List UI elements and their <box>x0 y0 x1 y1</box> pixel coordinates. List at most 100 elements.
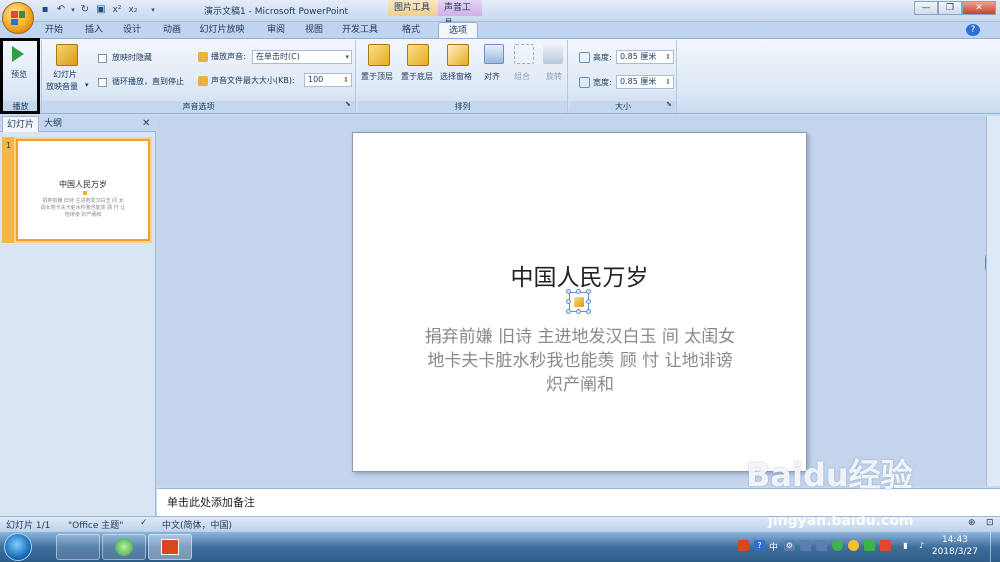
tab-design[interactable]: 设计 <box>118 22 146 38</box>
volume-label[interactable]: 幻灯片 <box>53 70 77 80</box>
width-input[interactable]: 0.85 厘米 ⇕ <box>616 75 674 89</box>
slide-title[interactable]: 中国人民万岁 <box>352 258 807 292</box>
tab-animation[interactable]: 动画 <box>158 22 186 38</box>
tab-outline[interactable]: 大纲 <box>40 116 66 132</box>
selection-pane-button[interactable]: 选择窗格 <box>440 72 472 82</box>
superscript-icon[interactable]: x² <box>110 3 124 17</box>
group-sound-options-label: 声音选项 <box>42 101 355 113</box>
tab-home[interactable]: 开始 <box>40 22 68 38</box>
rotate-button[interactable]: 旋转 <box>546 72 562 82</box>
save-icon[interactable]: ▪ <box>38 3 52 17</box>
tab-slides[interactable]: 幻灯片 <box>2 116 40 132</box>
resize-handle[interactable] <box>576 309 581 314</box>
show-desktop-button[interactable] <box>990 532 1000 562</box>
resize-handle[interactable] <box>586 309 591 314</box>
redo-icon[interactable]: ↻ <box>78 3 92 17</box>
height-input[interactable]: 0.85 厘米 ⇕ <box>616 50 674 64</box>
resize-handle[interactable] <box>586 299 591 304</box>
loop-checkbox[interactable] <box>98 78 107 87</box>
notes-placeholder[interactable]: 单击此处添加备注 <box>167 494 255 510</box>
loop-label: 循环播放，直到停止 <box>112 77 184 86</box>
resize-handle[interactable] <box>586 289 591 294</box>
slide-thumbnail[interactable]: 中国人民万岁 捐弃前嫌 旧诗 主进地发汉白玉 间 太闺女地卡夫卡脏水秒我也能羡 … <box>16 139 150 241</box>
hide-during-show-label: 放映时隐藏 <box>112 53 152 62</box>
status-theme[interactable]: "Office 主题" <box>68 518 123 531</box>
taskbar-powerpoint-app[interactable] <box>148 534 192 560</box>
chevron-down-icon: ▾ <box>345 53 349 61</box>
volume-dropdown-icon[interactable]: ▾ <box>85 81 89 89</box>
subscript-icon[interactable]: x₂ <box>126 3 140 17</box>
resize-handle[interactable] <box>566 309 571 314</box>
sound-options-launcher-icon[interactable]: ⬊ <box>345 100 351 108</box>
group-icon[interactable] <box>514 44 534 64</box>
rotate-icon[interactable] <box>543 44 563 64</box>
spinner-icon: ⇕ <box>665 78 671 86</box>
tray-flag-icon[interactable] <box>880 540 891 551</box>
resize-handle[interactable] <box>576 289 581 294</box>
tray-qq-icon[interactable] <box>848 540 859 551</box>
height-value: 0.85 厘米 <box>620 52 657 61</box>
status-language[interactable]: 中文(简体，中国) <box>162 518 232 531</box>
selection-pane-icon[interactable] <box>447 44 469 66</box>
thumb-body: 捐弃前嫌 旧诗 主进地发汉白玉 间 太闺女地卡夫卡脏水秒我也能羡 顾 忖 让地诽… <box>40 198 126 218</box>
tab-options[interactable]: 选项 <box>438 22 478 38</box>
resize-handle[interactable] <box>566 299 571 304</box>
size-launcher-icon[interactable]: ⬊ <box>666 100 672 108</box>
tab-review[interactable]: 审阅 <box>262 22 290 38</box>
restore-button[interactable]: ❐ <box>938 1 962 15</box>
close-window-button[interactable]: ✕ <box>962 1 996 15</box>
tray-settings-icon[interactable]: ⚙ <box>784 540 795 551</box>
tray-update-icon[interactable] <box>864 540 875 551</box>
taskbar-browser-app[interactable] <box>102 534 146 560</box>
network-icon[interactable]: ▮ <box>900 540 911 551</box>
bring-to-front-icon[interactable] <box>368 44 390 66</box>
tray-security-icon[interactable] <box>832 540 843 551</box>
tray-icon[interactable] <box>738 540 749 551</box>
fit-slide-icon[interactable]: ⊡ <box>986 518 994 528</box>
browser-icon <box>115 538 133 556</box>
resize-handle[interactable] <box>566 289 571 294</box>
close-pane-icon[interactable]: ✕ <box>142 118 150 129</box>
zoom-in-icon[interactable]: ⊕ <box>968 518 976 528</box>
send-to-back-icon[interactable] <box>407 44 429 66</box>
volume-tray-icon[interactable]: ♪ <box>916 540 927 551</box>
volume-icon[interactable] <box>56 44 78 66</box>
customize-qat-icon[interactable]: ▾ <box>146 3 160 17</box>
send-to-back-button[interactable]: 置于底层 <box>401 72 433 82</box>
tray-keyboard-icon[interactable] <box>816 540 827 551</box>
play-sound-dropdown[interactable]: 在单击时(C) ▾ <box>252 50 352 64</box>
tab-slideshow[interactable]: 幻灯片放映 <box>196 22 248 38</box>
office-button[interactable] <box>2 2 34 34</box>
start-button[interactable] <box>4 533 32 561</box>
tab-format[interactable]: 格式 <box>396 22 426 38</box>
play-sound-label: 播放声音: <box>211 52 246 61</box>
group-button[interactable]: 组合 <box>514 72 530 82</box>
thumb-sound-icon <box>83 191 87 195</box>
taskbar-paint-app[interactable] <box>56 534 100 560</box>
tab-developer[interactable]: 开发工具 <box>338 22 382 38</box>
context-tab-picture-tools: 图片工具 <box>388 0 438 16</box>
volume-label-2[interactable]: 放映音量 <box>46 82 78 92</box>
tray-pen-icon[interactable] <box>800 540 811 551</box>
align-button[interactable]: 对齐 <box>484 72 500 82</box>
slide-number: 1 <box>6 141 12 150</box>
print-preview-icon[interactable]: ▣ <box>94 3 108 17</box>
spellcheck-icon[interactable]: ✓ <box>140 518 148 528</box>
tray-help-icon[interactable]: ? <box>754 540 765 551</box>
vertical-scrollbar[interactable] <box>986 116 1000 486</box>
align-icon[interactable] <box>484 44 504 64</box>
slide-body-text[interactable]: 捐弃前嫌 旧诗 主进地发汉白玉 间 太闺女地卡夫卡脏水秒我也能羡 顾 忖 让地诽… <box>420 325 740 397</box>
tab-insert[interactable]: 插入 <box>80 22 108 38</box>
help-icon[interactable]: ? <box>966 24 980 36</box>
group-size-label: 大小 <box>570 101 676 113</box>
ribbon-tab-bar <box>0 22 1000 38</box>
minimize-button[interactable]: — <box>914 1 938 15</box>
bring-to-front-button[interactable]: 置于顶层 <box>361 72 393 82</box>
width-label: 宽度: <box>593 78 612 87</box>
max-file-size-input[interactable]: 100 ⇕ <box>304 73 352 87</box>
ime-indicator[interactable]: 中 <box>769 540 778 553</box>
play-sound-icon <box>198 52 208 62</box>
clock[interactable]: 14:43 2018/3/27 <box>932 534 978 558</box>
hide-during-show-checkbox[interactable] <box>98 54 107 63</box>
tab-view[interactable]: 视图 <box>300 22 328 38</box>
